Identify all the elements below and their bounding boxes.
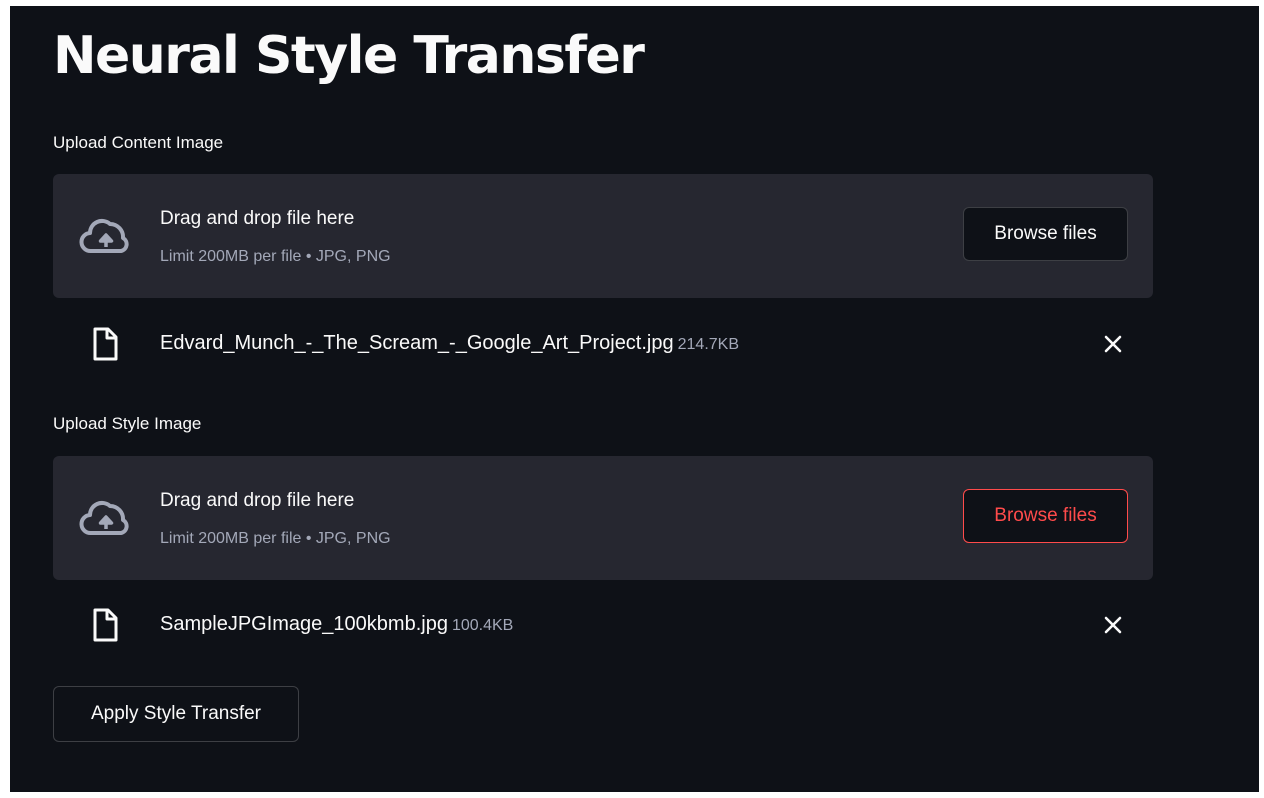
- file-name: Edvard_Munch_-_The_Scream_-_Google_Art_P…: [160, 332, 674, 354]
- cloud-upload-icon: [79, 500, 129, 535]
- apply-style-transfer-button[interactable]: Apply Style Transfer: [53, 686, 299, 742]
- cloud-upload-icon: [79, 218, 129, 253]
- file-icon: [93, 608, 118, 642]
- style-upload-label: Upload Style Image: [53, 414, 202, 433]
- file-size: 214.7KB: [677, 336, 740, 353]
- dropzone-limit-text: Limit 200MB per file • JPG, PNG: [160, 248, 391, 265]
- dropzone-limit-text: Limit 200MB per file • JPG, PNG: [160, 530, 391, 547]
- app-main: Neural Style Transfer Upload Content Ima…: [10, 6, 1259, 792]
- file-name-row: SampleJPGImage_100kbmb.jpg 100.4KB: [160, 613, 513, 636]
- style-uploaded-file: SampleJPGImage_100kbmb.jpg 100.4KB: [53, 603, 1153, 647]
- file-name: SampleJPGImage_100kbmb.jpg: [160, 613, 448, 635]
- content-browse-files-button[interactable]: Browse files: [963, 207, 1128, 261]
- close-icon: [1104, 616, 1122, 634]
- dropzone-instructions: Drag and drop file here: [160, 208, 355, 229]
- dropzone-instructions: Drag and drop file here: [160, 490, 355, 511]
- style-browse-files-button[interactable]: Browse files: [963, 489, 1128, 543]
- content-dropzone[interactable]: Drag and drop file here Limit 200MB per …: [53, 174, 1153, 298]
- content-upload-label: Upload Content Image: [53, 133, 224, 152]
- style-dropzone[interactable]: Drag and drop file here Limit 200MB per …: [53, 456, 1153, 580]
- file-name-row: Edvard_Munch_-_The_Scream_-_Google_Art_P…: [160, 332, 739, 355]
- style-remove-file-button[interactable]: [1101, 613, 1125, 637]
- content-remove-file-button[interactable]: [1101, 332, 1125, 356]
- file-size: 100.4KB: [451, 617, 514, 634]
- close-icon: [1104, 335, 1122, 353]
- content-uploaded-file: Edvard_Munch_-_The_Scream_-_Google_Art_P…: [53, 322, 1153, 366]
- page-title: Neural Style Transfer: [53, 26, 645, 86]
- file-icon: [93, 327, 118, 361]
